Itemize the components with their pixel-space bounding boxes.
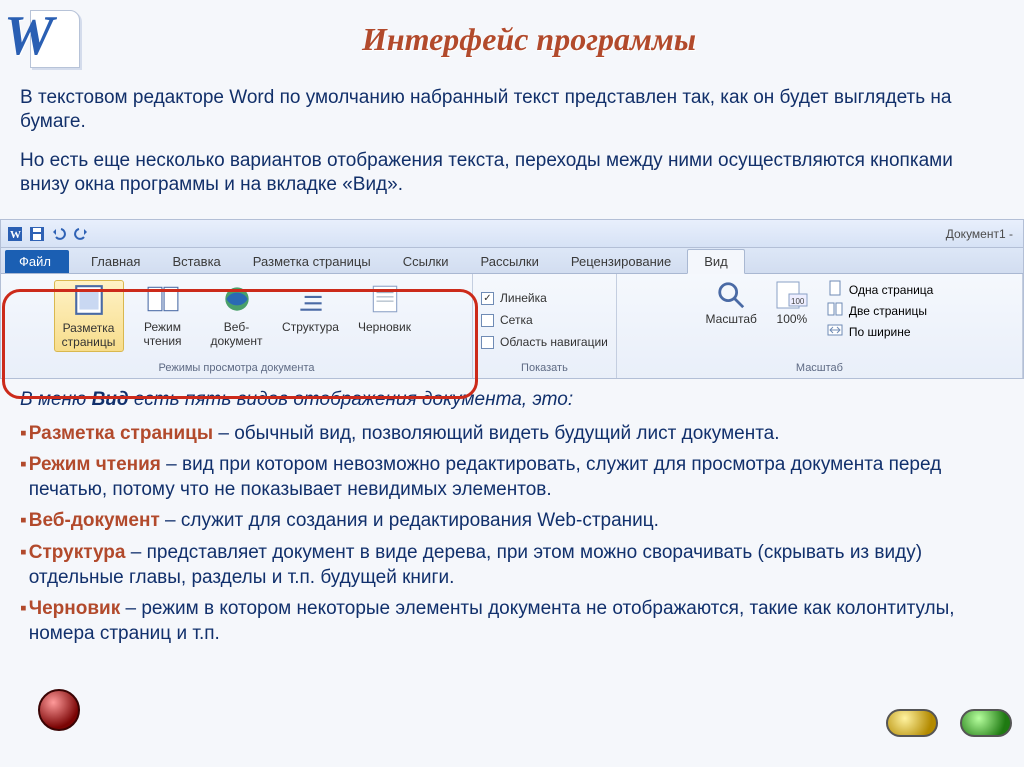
zoom-option-label: По ширине: [849, 325, 911, 339]
zoom-option-две-страницы[interactable]: Две страницы: [827, 301, 933, 320]
checkbox-label: Область навигации: [500, 335, 608, 349]
slide-header: W Интерфейс программы: [0, 0, 1024, 82]
checkbox-icon: ✓: [481, 292, 494, 305]
view-mode-icon: [368, 282, 402, 316]
zoom-option-label: Одна страница: [849, 283, 933, 297]
nav-light-yellow[interactable]: [886, 709, 938, 737]
list-item: ▪Структура – представляет документ в вид…: [20, 540, 1004, 590]
item-desc: – представляет документ в виде дерева, п…: [29, 542, 922, 588]
view-mode-режим-чтения[interactable]: Режим чтения: [128, 280, 198, 350]
zoom-button[interactable]: Масштаб: [706, 280, 757, 326]
bullet-marker: ▪: [20, 508, 27, 533]
view-mode-label: Черновик: [350, 320, 420, 334]
intro-paragraph-2: Но есть еще несколько вариантов отображе…: [20, 149, 1004, 198]
view-mode-icon: [294, 282, 328, 316]
list-item: ▪Разметка страницы – обычный вид, позвол…: [20, 421, 1004, 446]
tab-вставка[interactable]: Вставка: [156, 250, 236, 273]
checkbox-область-навигации[interactable]: Область навигации: [481, 335, 608, 349]
file-tab[interactable]: Файл: [5, 250, 69, 273]
document-title: Документ1 -: [946, 227, 1023, 241]
zoom-option-icon: [827, 322, 843, 341]
word-logo: W: [4, 4, 86, 74]
checkbox-label: Сетка: [500, 313, 533, 327]
item-term: Режим чтения: [29, 454, 161, 475]
save-icon[interactable]: [29, 226, 45, 242]
quick-access-toolbar: W Документ1 -: [1, 220, 1023, 248]
item-desc: – служит для создания и редактирования W…: [160, 510, 659, 531]
nav-light-green[interactable]: [960, 709, 1012, 737]
checkbox-сетка[interactable]: Сетка: [481, 313, 533, 327]
item-desc: – вид при котором невозможно редактирова…: [29, 454, 941, 500]
bullet-marker: ▪: [20, 596, 27, 646]
zoom-option-одна-страница[interactable]: Одна страница: [827, 280, 933, 299]
slide-title: Интерфейс программы: [106, 21, 1012, 58]
list-item: ▪Режим чтения – вид при котором невозмож…: [20, 452, 1004, 502]
view-mode-icon: [72, 283, 106, 317]
redo-icon[interactable]: [73, 226, 89, 242]
checkbox-icon: [481, 336, 494, 349]
zoom-option-icon: [827, 301, 843, 320]
view-mode-черновик[interactable]: Черновик: [350, 280, 420, 336]
nav-light-red[interactable]: [38, 689, 80, 731]
bullet-marker: ▪: [20, 452, 27, 502]
view-modes-group: Разметка страницыРежим чтенияВеб-докумен…: [1, 274, 473, 378]
item-term: Разметка страницы: [29, 423, 213, 444]
tab-главная[interactable]: Главная: [75, 250, 156, 273]
view-mode-icon: [220, 282, 254, 316]
view-mode-label: Веб-документ: [202, 320, 272, 348]
view-mode-label: Разметка страницы: [55, 321, 123, 349]
zoom-100-button[interactable]: 100 100%: [775, 280, 809, 326]
item-term: Веб-документ: [29, 510, 160, 531]
item-term: Черновик: [29, 598, 120, 619]
bullet-marker: ▪: [20, 421, 27, 446]
tab-вид[interactable]: Вид: [687, 249, 745, 274]
intro-paragraph-1: В текстовом редакторе Word по умолчанию …: [20, 86, 1004, 135]
tab-ссылки[interactable]: Ссылки: [387, 250, 465, 273]
checkbox-label: Линейка: [500, 291, 547, 305]
ribbon-groups: Разметка страницыРежим чтенияВеб-докумен…: [1, 274, 1023, 378]
zoom-value: 100%: [777, 312, 808, 326]
zoom-group: Масштаб 100 100% Одна страница Две страни…: [617, 274, 1023, 378]
tab-рецензирование[interactable]: Рецензирование: [555, 250, 687, 273]
svg-text:W: W: [10, 229, 21, 241]
undo-icon[interactable]: [51, 226, 67, 242]
ribbon-tabs: Файл ГлавнаяВставкаРазметка страницыСсыл…: [1, 248, 1023, 274]
zoom-option-по-ширине[interactable]: По ширине: [827, 322, 933, 341]
group-caption: Масштаб: [796, 360, 843, 376]
bullet-marker: ▪: [20, 540, 27, 590]
view-mode-label: Режим чтения: [128, 320, 198, 348]
intro-block: В текстовом редакторе Word по умолчанию …: [0, 82, 1024, 219]
item-desc: – режим в котором некоторые элементы док…: [29, 598, 955, 644]
view-mode-icon: [146, 282, 180, 316]
zoom-option-label: Две страницы: [849, 304, 927, 318]
item-desc: – обычный вид, позволяющий видеть будущи…: [213, 423, 779, 444]
tab-рассылки[interactable]: Рассылки: [465, 250, 555, 273]
app-icon: W: [7, 226, 23, 242]
word-ribbon: W Документ1 - Файл ГлавнаяВставкаРазметк…: [0, 219, 1024, 379]
group-caption: Режимы просмотра документа: [159, 360, 315, 376]
nav-lights: [886, 709, 1012, 737]
main-body: В меню Вид есть пять видов отображения д…: [0, 379, 1024, 662]
list-item: ▪Черновик – режим в котором некоторые эл…: [20, 596, 1004, 646]
zoom-label: Масштаб: [706, 312, 757, 326]
view-mode-разметка-страницы[interactable]: Разметка страницы: [54, 280, 124, 352]
view-mode-веб-документ[interactable]: Веб-документ: [202, 280, 272, 350]
view-mode-label: Структура: [276, 320, 346, 334]
group-caption: Показать: [521, 360, 568, 376]
zoom-option-icon: [827, 280, 843, 299]
checkbox-линейка[interactable]: ✓ Линейка: [481, 291, 547, 305]
view-mode-структура[interactable]: Структура: [276, 280, 346, 336]
tab-разметка-страницы[interactable]: Разметка страницы: [237, 250, 387, 273]
item-term: Структура: [29, 542, 126, 563]
lead-line: В меню Вид есть пять видов отображения д…: [20, 389, 1004, 411]
checkbox-icon: [481, 314, 494, 327]
list-item: ▪Веб-документ – служит для создания и ре…: [20, 508, 1004, 533]
show-group: ✓ Линейка Сетка Область навигации Показать: [473, 274, 617, 378]
svg-text:100: 100: [791, 297, 805, 306]
